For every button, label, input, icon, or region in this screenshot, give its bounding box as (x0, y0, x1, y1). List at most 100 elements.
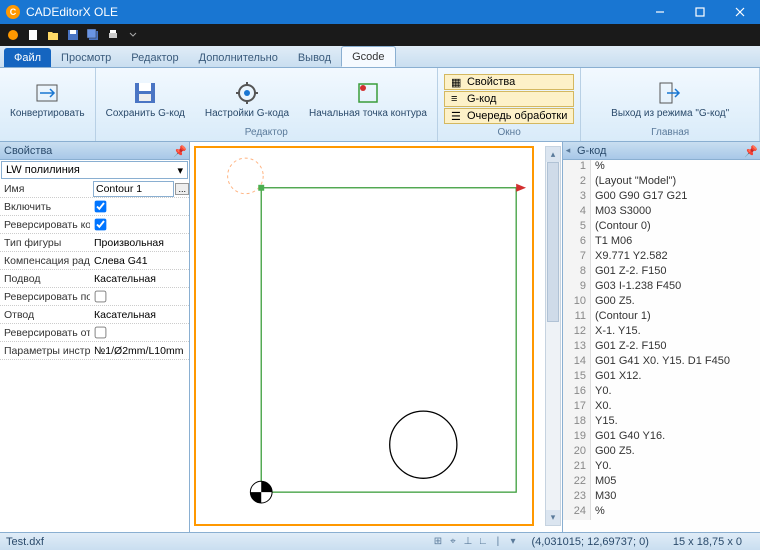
gcode-line[interactable]: 2(Layout "Model") (563, 175, 760, 190)
print-icon[interactable] (104, 26, 122, 44)
panel-collapse-icon[interactable]: ◂ (563, 142, 573, 160)
gcode-line[interactable]: 7X9.771 Y2.582 (563, 250, 760, 265)
gcode-line[interactable]: 17X0. (563, 400, 760, 415)
line-number: 12 (563, 325, 591, 340)
exit-gcode-button[interactable]: Выход из режима "G-код" (607, 77, 733, 121)
exit-icon (656, 79, 684, 107)
save-all-icon[interactable] (84, 26, 102, 44)
line-number: 22 (563, 475, 591, 490)
line-number: 9 (563, 280, 591, 295)
gcode-line[interactable]: 18Y15. (563, 415, 760, 430)
property-value[interactable]: Произвольная (90, 237, 189, 249)
qat-logo-icon[interactable] (4, 26, 22, 44)
property-checkbox[interactable] (95, 291, 107, 303)
property-checkbox[interactable] (95, 219, 107, 231)
toggle-properties-button[interactable]: ▦Свойства (444, 74, 574, 90)
gcode-editor[interactable]: 1%2(Layout "Model")3G00 G90 G17 G214M03 … (563, 160, 760, 532)
property-name: Подвод (0, 273, 90, 285)
snap-perp-icon[interactable]: ⊥ (461, 535, 474, 548)
gcode-line[interactable]: 14G01 G41 X0. Y15. D1 F450 (563, 355, 760, 370)
menu-editor[interactable]: Редактор (121, 48, 188, 67)
entity-selector[interactable]: LW полилиния ▾ (1, 161, 188, 179)
gcode-line[interactable]: 24% (563, 505, 760, 520)
properties-panel: Свойства 📌 LW полилиния ▾ Имя...Включить… (0, 142, 190, 532)
menu-gcode[interactable]: Gcode (341, 46, 395, 67)
save-gcode-button[interactable]: Сохранить G-код (102, 77, 189, 121)
toggle-queue-button[interactable]: ☰Очередь обработки (444, 108, 574, 124)
property-value[interactable]: ... (90, 182, 189, 196)
gcode-line[interactable]: 21Y0. (563, 460, 760, 475)
scroll-down-icon[interactable]: ▾ (546, 510, 560, 525)
scroll-up-icon[interactable]: ▴ (546, 147, 560, 162)
gcode-settings-button[interactable]: Настройки G-кода (201, 77, 293, 121)
property-value[interactable]: Слева G41 (90, 255, 189, 267)
maximize-button[interactable] (680, 0, 720, 24)
gcode-line[interactable]: 15G01 X12. (563, 370, 760, 385)
convert-button[interactable]: Конвертировать (6, 77, 89, 121)
save-icon[interactable] (64, 26, 82, 44)
snap-endpoint-icon[interactable]: ⌖ (446, 535, 459, 548)
snap-ortho-icon[interactable]: ∟ (476, 535, 489, 548)
gcode-line[interactable]: 13G01 Z-2. F150 (563, 340, 760, 355)
property-text-input[interactable] (94, 182, 173, 196)
snap-more-icon[interactable]: ▾ (506, 535, 519, 548)
line-text: M05 (591, 475, 616, 490)
gcode-line[interactable]: 9G03 I-1.238 F450 (563, 280, 760, 295)
scroll-thumb[interactable] (547, 162, 559, 322)
pin-icon[interactable]: 📌 (744, 145, 756, 157)
menu-output[interactable]: Вывод (288, 48, 341, 67)
menu-advanced[interactable]: Дополнительно (189, 48, 288, 67)
gcode-line[interactable]: 5(Contour 0) (563, 220, 760, 235)
gcode-line[interactable]: 11(Contour 1) (563, 310, 760, 325)
gcode-line[interactable]: 12X-1. Y15. (563, 325, 760, 340)
gcode-line[interactable]: 23M30 (563, 490, 760, 505)
property-value[interactable] (90, 218, 189, 231)
property-row: Имя... (0, 180, 189, 198)
property-name: Включить (0, 201, 90, 213)
property-value[interactable] (90, 326, 189, 339)
ribbon-group-main: Выход из режима "G-код" Главная (581, 68, 760, 141)
new-icon[interactable] (24, 26, 42, 44)
property-value[interactable]: Касательная (90, 273, 189, 285)
property-value[interactable] (90, 290, 189, 303)
property-name: Имя (0, 183, 90, 195)
open-icon[interactable] (44, 26, 62, 44)
property-value[interactable]: №1/Ø2mm/L10mm (90, 345, 189, 357)
gcode-line[interactable]: 4M03 S3000 (563, 205, 760, 220)
gcode-line[interactable]: 1% (563, 160, 760, 175)
line-number: 15 (563, 370, 591, 385)
gcode-line[interactable]: 16Y0. (563, 385, 760, 400)
gcode-line[interactable]: 10G00 Z5. (563, 295, 760, 310)
toggle-gcode-button[interactable]: ≡G-код (444, 91, 574, 107)
gcode-line[interactable]: 3G00 G90 G17 G21 (563, 190, 760, 205)
property-row: Реверсировать по (0, 288, 189, 306)
line-number: 2 (563, 175, 591, 190)
vertical-scrollbar[interactable]: ▴ ▾ (545, 146, 561, 526)
menu-file[interactable]: Файл (4, 48, 51, 67)
canvas-area[interactable]: ▴ ▾ (190, 142, 562, 532)
gcode-line[interactable]: 6T1 M06 (563, 235, 760, 250)
main-area: Свойства 📌 LW полилиния ▾ Имя...Включить… (0, 142, 760, 532)
snap-grid-icon[interactable]: ⊞ (431, 535, 444, 548)
start-point-button[interactable]: Начальная точка контура (305, 77, 431, 121)
property-checkbox[interactable] (95, 327, 107, 339)
property-checkbox[interactable] (95, 201, 107, 213)
line-text: G00 Z5. (591, 445, 635, 460)
chevron-down-icon: ▾ (177, 164, 183, 177)
menu-view[interactable]: Просмотр (51, 48, 121, 67)
line-text: G01 X12. (591, 370, 641, 385)
gcode-line[interactable]: 20G00 Z5. (563, 445, 760, 460)
line-number: 14 (563, 355, 591, 370)
property-value[interactable]: Касательная (90, 309, 189, 321)
line-number: 10 (563, 295, 591, 310)
pin-icon[interactable]: 📌 (173, 145, 185, 157)
gcode-line[interactable]: 19G01 G40 Y16. (563, 430, 760, 445)
gcode-line[interactable]: 22M05 (563, 475, 760, 490)
line-text: G03 I-1.238 F450 (591, 280, 681, 295)
ellipsis-button[interactable]: ... (175, 183, 189, 195)
gcode-line[interactable]: 8G01 Z-2. F150 (563, 265, 760, 280)
minimize-button[interactable] (640, 0, 680, 24)
property-value[interactable] (90, 200, 189, 213)
close-button[interactable] (720, 0, 760, 24)
qat-dropdown-icon[interactable] (124, 26, 142, 44)
